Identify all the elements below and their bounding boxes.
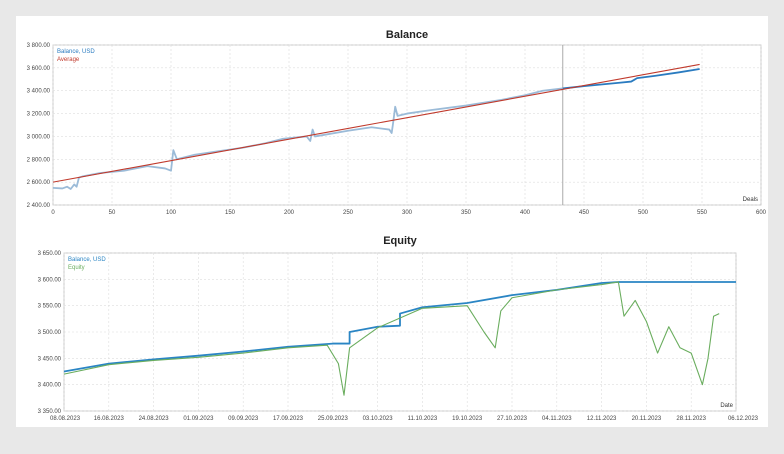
report-panel: Balance 2 400.00 2 600.00 2 800.00 3 000.00 3… bbox=[16, 16, 768, 427]
x-tick-label: 08.08.2023 bbox=[50, 416, 81, 422]
x-tick-label: 600 bbox=[756, 210, 767, 216]
y-tick-label: 2 600.00 bbox=[27, 180, 51, 186]
x-tick-label: 04.11.2023 bbox=[542, 416, 572, 422]
y-tick-label: 3 550.00 bbox=[38, 304, 62, 310]
x-tick-label: 500 bbox=[638, 210, 649, 216]
x-tick-label: 100 bbox=[166, 210, 177, 216]
x-tick-label: 03.10.2023 bbox=[363, 416, 394, 422]
legend-entry: Balance, USD bbox=[68, 257, 106, 263]
x-tick-label: 06.12.2023 bbox=[728, 416, 759, 422]
y-tick-label: 3 000.00 bbox=[27, 134, 51, 140]
x-tick-label: 250 bbox=[343, 210, 354, 216]
x-tick-label: 200 bbox=[284, 210, 295, 216]
x-tick-label: 12.11.2023 bbox=[587, 416, 617, 422]
x-tick-label: 24.08.2023 bbox=[139, 416, 170, 422]
y-tick-label: 3 400.00 bbox=[38, 383, 62, 389]
chart-title: Balance bbox=[386, 29, 428, 41]
x-tick-label: 11.10.2023 bbox=[408, 416, 438, 422]
y-tick-label: 3 500.00 bbox=[38, 330, 62, 336]
x-tick-label: 450 bbox=[579, 210, 590, 216]
y-tick-label: 3 350.00 bbox=[38, 409, 62, 415]
legend-entry: Equity bbox=[68, 265, 85, 271]
charts-canvas: Balance 2 400.00 2 600.00 2 800.00 3 000.00 3… bbox=[27, 29, 767, 422]
y-tick-label: 3 400.00 bbox=[27, 89, 51, 95]
y-tick-label: 3 450.00 bbox=[38, 356, 62, 362]
x-tick-label: 09.09.2023 bbox=[228, 416, 259, 422]
x-tick-label: 20.11.2023 bbox=[632, 416, 662, 422]
x-tick-label: 0 bbox=[51, 210, 55, 216]
x-tick-label: 350 bbox=[461, 210, 472, 216]
y-tick-label: 3 200.00 bbox=[27, 112, 51, 118]
y-tick-label: 3 600.00 bbox=[27, 66, 51, 72]
x-tick-label: 50 bbox=[109, 210, 116, 216]
x-tick-label: 17.09.2023 bbox=[273, 416, 304, 422]
x-tick-label: 300 bbox=[402, 210, 413, 216]
y-tick-label: 3 600.00 bbox=[38, 277, 62, 283]
x-tick-label: 01.09.2023 bbox=[183, 416, 214, 422]
legend-entry: Balance, USD bbox=[57, 49, 95, 55]
x-tick-label: 27.10.2023 bbox=[497, 416, 528, 422]
y-tick-label: 3 800.00 bbox=[27, 43, 51, 49]
x-tick-label: 400 bbox=[520, 210, 531, 216]
x-axis-label: Deals bbox=[743, 197, 758, 203]
x-tick-label: 550 bbox=[697, 210, 708, 216]
y-tick-label: 2 400.00 bbox=[27, 203, 51, 209]
x-tick-label: 16.08.2023 bbox=[94, 416, 125, 422]
x-tick-label: 28.11.2023 bbox=[676, 416, 706, 422]
x-axis-label: Date bbox=[720, 403, 733, 409]
x-tick-label: 25.09.2023 bbox=[318, 416, 349, 422]
x-tick-label: 150 bbox=[225, 210, 236, 216]
y-tick-label: 2 800.00 bbox=[27, 157, 51, 163]
chart-title: Equity bbox=[383, 235, 417, 247]
legend-entry: Average bbox=[57, 57, 80, 63]
y-tick-label: 3 650.00 bbox=[38, 251, 62, 257]
x-tick-label: 19.10.2023 bbox=[452, 416, 483, 422]
